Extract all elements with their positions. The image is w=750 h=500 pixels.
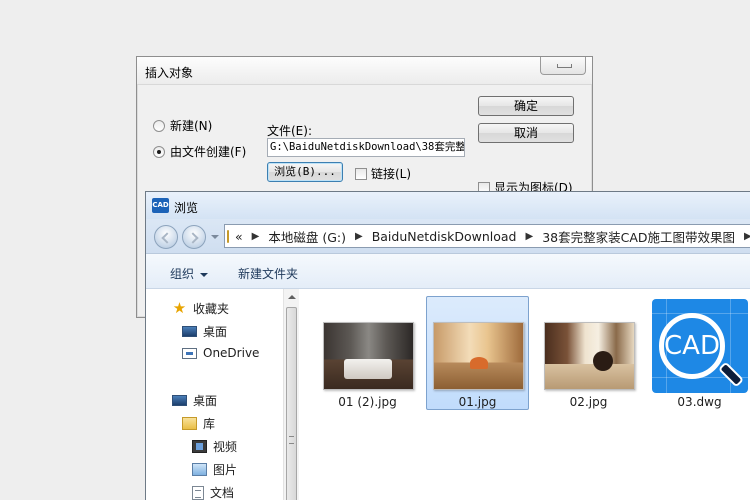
browse-button[interactable]: 浏览(B)... — [267, 162, 343, 182]
create-new-label: 新建(N) — [170, 119, 213, 133]
command-toolbar: 组织 新建文件夹 — [146, 253, 750, 289]
create-new-radio[interactable]: 新建(N) — [153, 117, 212, 134]
breadcrumb-overflow[interactable]: « — [235, 229, 243, 244]
library-icon — [182, 417, 197, 430]
nav-item-onedrive[interactable]: OneDrive — [182, 346, 259, 360]
navigation-pane: ★ 收藏夹 桌面 OneDrive 桌面 库 视频 图片 文档 — [146, 289, 283, 500]
nav-item-libraries[interactable]: 库 — [182, 415, 215, 432]
link-checkbox[interactable]: 链接(L) — [355, 165, 411, 182]
checkbox-icon — [355, 167, 367, 180]
file-path-input[interactable]: G:\BaiduNetdiskDownload\38套完整 — [267, 138, 465, 157]
file-name: 01.jpg — [458, 395, 497, 409]
magnifier-handle — [717, 361, 745, 388]
breadcrumb-item[interactable]: 本地磁盘 (G:) — [268, 227, 346, 246]
nav-item-label: 收藏夹 — [193, 302, 230, 316]
radio-circle-icon — [153, 119, 165, 132]
browse-titlebar: CAD 浏览 — [146, 192, 750, 219]
cad-app-icon: CAD — [152, 198, 169, 213]
dialog-title: 插入对象 — [145, 66, 194, 80]
file-item[interactable]: 02.jpg — [537, 296, 640, 410]
back-button[interactable] — [154, 225, 178, 249]
breadcrumb-separator: ▶ — [251, 230, 260, 242]
nav-item-label: 库 — [203, 417, 216, 431]
breadcrumb-item[interactable]: BaiduNetdiskDownload — [372, 229, 517, 244]
organize-button[interactable]: 组织 — [170, 265, 209, 282]
browse-file-window: CAD 浏览 « ▶ 本地磁盘 (G:) ▶ BaiduNetdiskDownl… — [145, 191, 750, 500]
scrollbar-thumb[interactable] — [286, 307, 297, 500]
navigation-scrollbar[interactable] — [283, 289, 299, 500]
forward-button[interactable] — [182, 225, 206, 249]
dialog-titlebar: 插入对象 — [137, 57, 592, 85]
cad-icon-text: CAD — [664, 331, 720, 361]
pictures-icon — [192, 463, 207, 476]
desktop-icon — [182, 326, 197, 337]
nav-item-label: 图片 — [213, 463, 238, 477]
create-from-file-label: 由文件创建(F) — [170, 145, 247, 159]
close-button[interactable] — [540, 57, 586, 75]
nav-item-pictures[interactable]: 图片 — [192, 461, 237, 478]
video-icon — [192, 440, 207, 453]
folder-icon — [227, 229, 229, 243]
documents-icon — [192, 485, 204, 500]
address-breadcrumb[interactable]: « ▶ 本地磁盘 (G:) ▶ BaiduNetdiskDownload ▶ 3… — [224, 224, 750, 248]
radio-selected-icon — [153, 145, 165, 158]
file-item-selected[interactable]: 01.jpg — [426, 296, 529, 410]
cancel-button[interactable]: 取消 — [478, 123, 574, 143]
nav-item-videos[interactable]: 视频 — [192, 438, 237, 455]
image-thumbnail — [433, 322, 524, 390]
breadcrumb-separator: ▶ — [525, 230, 534, 242]
nav-item-documents[interactable]: 文档 — [192, 484, 234, 500]
breadcrumb-separator: ▶ — [354, 230, 363, 242]
image-thumbnail — [544, 322, 635, 390]
file-item[interactable]: CAD 03.dwg — [648, 296, 750, 410]
nav-item-favorites[interactable]: ★ 收藏夹 — [172, 300, 229, 317]
chevron-down-icon — [200, 272, 209, 277]
file-list: 01 (2).jpg 01.jpg 02.jpg CAD 03.dwg — [299, 289, 750, 500]
scroll-up-icon[interactable] — [284, 289, 300, 305]
nav-item-label: OneDrive — [203, 346, 260, 360]
file-name: 01 (2).jpg — [338, 395, 397, 409]
star-icon: ★ — [172, 299, 187, 317]
ok-button[interactable]: 确定 — [478, 96, 574, 116]
new-folder-button[interactable]: 新建文件夹 — [238, 265, 298, 282]
magnifier-icon: CAD — [659, 313, 725, 379]
file-label: 文件(E): — [267, 124, 312, 138]
file-name: 02.jpg — [569, 395, 608, 409]
image-thumbnail — [323, 322, 414, 390]
cad-file-icon: CAD — [652, 299, 748, 393]
nav-item-desktop-root[interactable]: 桌面 — [172, 392, 217, 409]
link-label: 链接(L) — [371, 167, 412, 181]
breadcrumb-item[interactable]: 38套完整家装CAD施工图带效果图 — [542, 227, 735, 246]
address-bar-row: « ▶ 本地磁盘 (G:) ▶ BaiduNetdiskDownload ▶ 3… — [146, 219, 750, 253]
create-from-file-radio[interactable]: 由文件创建(F) — [153, 143, 246, 160]
recent-locations-dropdown-icon[interactable] — [211, 235, 219, 239]
browse-title: 浏览 — [174, 201, 199, 215]
file-item[interactable]: 01 (2).jpg — [316, 296, 419, 410]
onedrive-icon — [182, 347, 197, 359]
nav-item-label: 桌面 — [203, 325, 228, 339]
organize-label: 组织 — [170, 267, 195, 281]
nav-item-label: 桌面 — [193, 394, 218, 408]
desktop-icon — [172, 395, 187, 406]
file-name: 03.dwg — [677, 395, 722, 409]
breadcrumb-separator: ▶ — [744, 231, 750, 242]
nav-item-label: 文档 — [210, 486, 235, 500]
nav-item-label: 视频 — [213, 440, 238, 454]
nav-item-desktop[interactable]: 桌面 — [182, 323, 227, 340]
